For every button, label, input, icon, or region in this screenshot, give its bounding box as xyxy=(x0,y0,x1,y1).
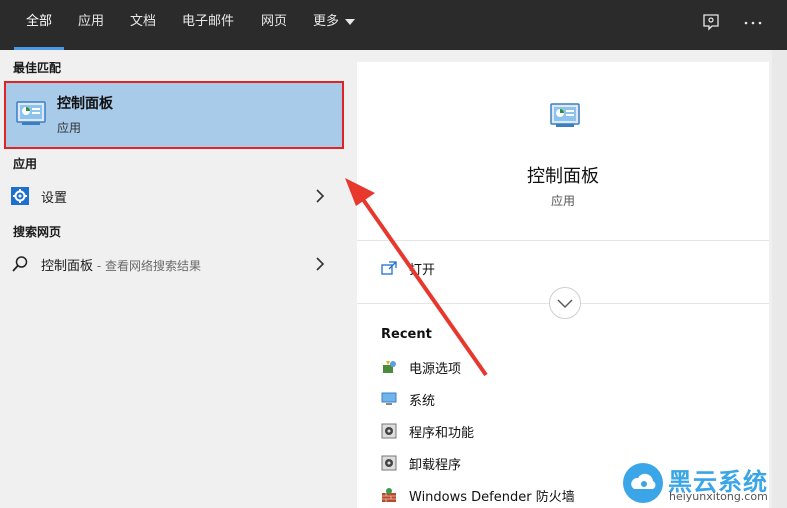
monitor-icon xyxy=(381,392,397,405)
tab-more-label: 更多 xyxy=(313,14,340,29)
tab-web-label: 网页 xyxy=(261,14,288,29)
apps-heading: 应用 xyxy=(13,157,38,171)
best-match-subtitle: 应用 xyxy=(57,121,82,135)
recent-item-label: 电源选项 xyxy=(409,362,462,377)
control-panel-icon xyxy=(550,103,580,127)
tab-email-label: 电子邮件 xyxy=(182,14,235,29)
app-result-settings[interactable]: 设置 xyxy=(0,180,356,212)
chevron-right-icon[interactable] xyxy=(315,256,325,272)
divider xyxy=(357,240,769,241)
tab-all-label: 全部 xyxy=(26,14,53,29)
caret-down-icon xyxy=(345,18,356,25)
cloud-logo-icon xyxy=(623,463,663,503)
gear-icon xyxy=(11,187,29,205)
control-panel-icon xyxy=(16,101,46,125)
tab-documents-label: 文档 xyxy=(130,14,157,29)
web-result-control-panel[interactable]: 控制面板 - 查看网络搜索结果 xyxy=(0,248,356,280)
scrollbar[interactable] xyxy=(772,50,787,508)
recent-item-label: Windows Defender 防火墙 xyxy=(409,490,575,505)
preview-title: 控制面板 xyxy=(527,166,599,187)
watermark-url: heiyunxitong.com xyxy=(669,490,768,503)
chevron-right-icon[interactable] xyxy=(315,188,325,204)
web-search-heading: 搜索网页 xyxy=(13,225,62,239)
expand-button[interactable] xyxy=(549,287,581,319)
tab-more[interactable]: 更多 xyxy=(313,0,356,50)
more-options-icon[interactable] xyxy=(742,12,764,34)
web-result-desc: - 查看网络搜索结果 xyxy=(93,259,201,273)
web-result-term: 控制面板 xyxy=(41,259,94,274)
best-match-heading: 最佳匹配 xyxy=(13,61,62,75)
preview-pane: 控制面板 应用 打开 Recent 电源选项 系统 程序和功能 卸载程序 Win… xyxy=(357,62,769,508)
recent-item-label: 卸载程序 xyxy=(409,458,462,473)
power-options-icon xyxy=(383,361,396,373)
watermark: 黑云系统 heiyunxitong.com xyxy=(622,460,782,506)
chevron-down-icon xyxy=(557,299,573,308)
results-list: 最佳匹配 控制面板 应用 应用 设置 搜索网页 控制面板 - 查看网络搜索结果 xyxy=(0,50,356,508)
tab-apps-label: 应用 xyxy=(78,14,105,29)
open-icon xyxy=(381,261,397,275)
recent-item-label: 系统 xyxy=(409,394,436,409)
search-icon xyxy=(12,256,28,272)
recent-heading: Recent xyxy=(381,327,432,342)
app-result-label: 设置 xyxy=(41,191,68,206)
firewall-icon xyxy=(382,488,396,502)
recent-item-label: 程序和功能 xyxy=(409,426,475,441)
web-result-label: 控制面板 - 查看网络搜索结果 xyxy=(41,255,201,274)
tab-web[interactable]: 网页 xyxy=(261,0,287,50)
open-action-label: 打开 xyxy=(409,263,436,278)
tab-documents[interactable]: 文档 xyxy=(130,0,156,50)
uninstall-icon xyxy=(381,455,397,471)
best-match-title: 控制面板 xyxy=(57,96,113,112)
search-filter-bar: 全部 应用 文档 电子邮件 网页 更多 xyxy=(0,0,787,50)
feedback-icon[interactable] xyxy=(700,12,722,34)
programs-icon xyxy=(381,423,397,439)
tab-apps[interactable]: 应用 xyxy=(78,0,104,50)
preview-subtitle: 应用 xyxy=(550,194,575,208)
best-match-control-panel[interactable]: 控制面板 应用 xyxy=(4,81,344,149)
tab-all[interactable]: 全部 xyxy=(13,0,65,50)
tab-email[interactable]: 电子邮件 xyxy=(182,0,234,50)
